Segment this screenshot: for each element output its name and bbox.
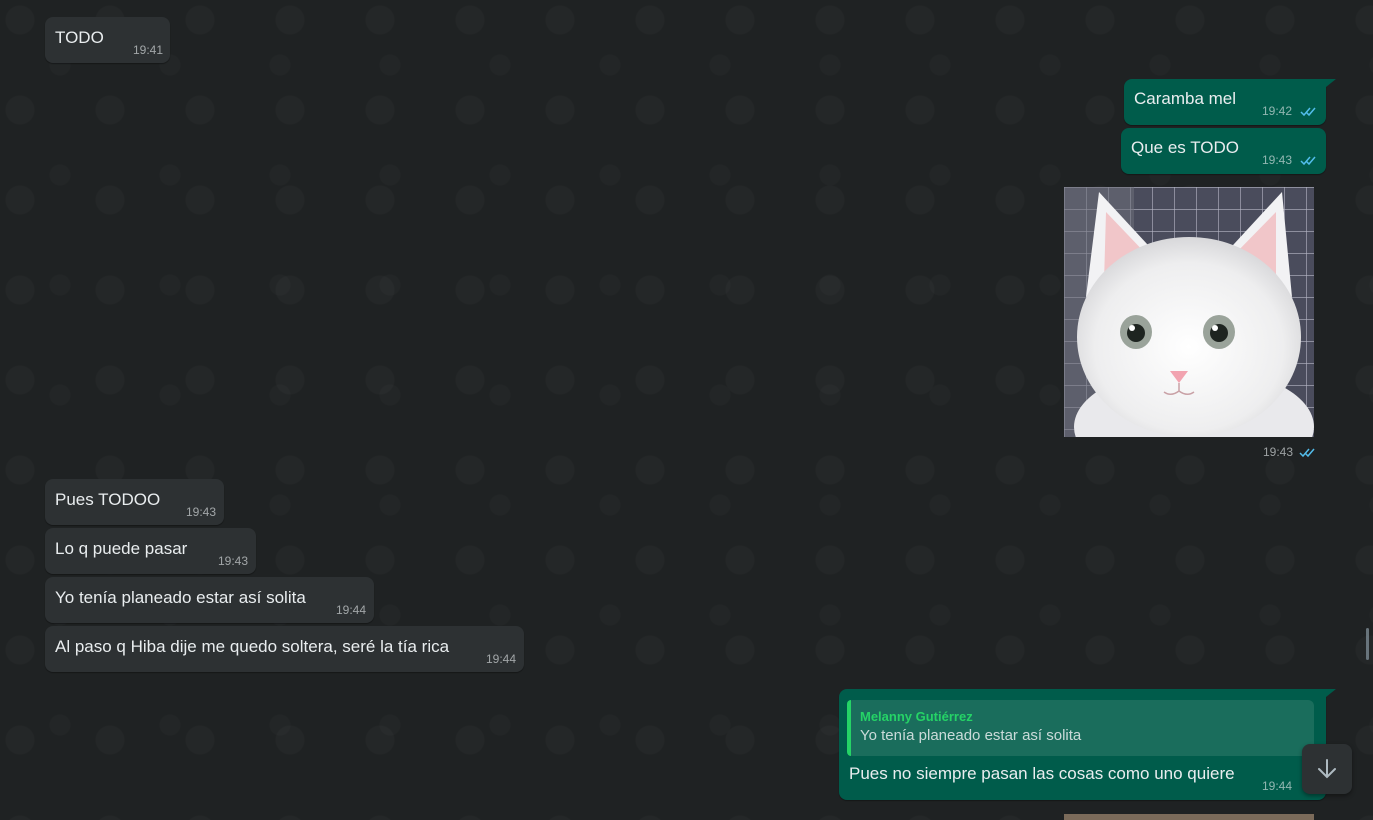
message-time: 19:44 — [1262, 779, 1293, 793]
message-text: Lo q puede pasar — [55, 539, 188, 558]
double-check-icon — [1300, 156, 1316, 166]
message-text: Caramba mel — [1134, 89, 1237, 108]
bubble-tail — [1326, 689, 1336, 697]
message-time: 19:41 — [133, 43, 164, 57]
message-incoming[interactable]: Yo tenía planeado estar así solita 19:44 — [45, 577, 374, 623]
quoted-text: Yo tenía planeado estar así solita — [860, 727, 1082, 744]
message-time: 19:43 — [1262, 153, 1293, 167]
next-message-image-edge — [1064, 814, 1314, 820]
message-outgoing-reply[interactable]: Melanny Gutiérrez Yo tenía planeado esta… — [839, 689, 1326, 800]
double-check-icon — [1300, 107, 1316, 117]
message-image-kitten[interactable] — [1064, 187, 1314, 437]
message-incoming[interactable]: Lo q puede pasar 19:43 — [45, 528, 256, 574]
message-time: 19:43 — [1263, 445, 1294, 459]
message-text: Pues TODOO — [55, 490, 161, 509]
message-incoming[interactable]: Pues TODOO 19:43 — [45, 479, 224, 525]
quoted-sender-name: Melanny Gutiérrez — [860, 709, 973, 724]
arrow-down-icon — [1318, 759, 1336, 779]
message-text: Que es TODO — [1131, 138, 1240, 157]
message-text: Al paso q Hiba dije me quedo soltera, se… — [55, 637, 450, 656]
message-time: 19:42 — [1262, 104, 1293, 118]
message-time: 19:43 — [186, 505, 217, 519]
white-kitten-photo — [1064, 187, 1314, 437]
quote-accent-bar — [847, 700, 851, 756]
message-text: Yo tenía planeado estar así solita — [55, 588, 306, 607]
message-text: TODO — [55, 28, 104, 47]
quoted-message[interactable]: Melanny Gutiérrez Yo tenía planeado esta… — [847, 700, 1314, 756]
message-time: 19:43 — [218, 554, 249, 568]
message-text: Pues no siempre pasan las cosas como uno… — [849, 764, 1235, 783]
bubble-tail — [1326, 79, 1336, 87]
message-incoming[interactable]: TODO 19:41 — [45, 17, 170, 63]
message-time: 19:44 — [486, 652, 517, 666]
scroll-to-bottom-button[interactable] — [1302, 744, 1352, 794]
message-incoming[interactable]: Al paso q Hiba dije me quedo soltera, se… — [45, 626, 524, 672]
message-outgoing[interactable]: Que es TODO 19:43 — [1121, 128, 1326, 174]
message-time: 19:44 — [336, 603, 367, 617]
double-check-icon — [1299, 448, 1315, 458]
chat-scrollbar[interactable] — [1366, 628, 1369, 660]
message-outgoing[interactable]: Caramba mel 19:42 — [1124, 79, 1326, 125]
